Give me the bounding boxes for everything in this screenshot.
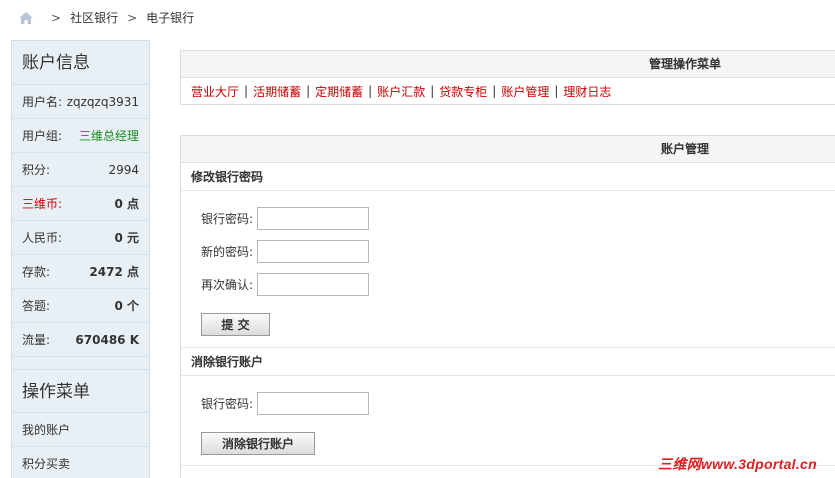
account-management-panel: 账户管理 修改银行密码 银行密码: 新的密码: 再次确认: 提 交 消除银行账户… bbox=[180, 135, 835, 478]
info-row-rmb: 人民币: 0 元 bbox=[12, 221, 149, 255]
info-row-points: 积分: 2994 bbox=[12, 153, 149, 187]
nav-separator: | bbox=[368, 84, 373, 98]
3d-coin-value: 0 点 bbox=[114, 197, 139, 211]
sidebar-item-my-account[interactable]: 我的账户 bbox=[12, 413, 149, 447]
deposit-value: 2472 点 bbox=[89, 265, 139, 279]
nav-link-current-savings[interactable]: 活期储蓄 bbox=[253, 83, 301, 100]
info-row-traffic: 流量: 670486 K bbox=[12, 323, 149, 357]
form-spacer bbox=[181, 376, 835, 387]
info-label: 答题: bbox=[22, 299, 51, 313]
rmb-value: 0 元 bbox=[114, 231, 139, 245]
submit-button[interactable]: 提 交 bbox=[201, 313, 270, 336]
info-row-usergroup: 用户组: 三维总经理 bbox=[12, 119, 149, 153]
info-label: 三维币: bbox=[22, 197, 63, 211]
nav-separator: | bbox=[244, 84, 249, 98]
site-watermark: 三维网www.3dportal.cn bbox=[658, 456, 817, 472]
account-info-title: 账户信息 bbox=[12, 41, 149, 85]
breadcrumb-separator: > bbox=[127, 10, 138, 25]
usergroup-value[interactable]: 三维总经理 bbox=[79, 127, 139, 144]
traffic-value: 670486 K bbox=[75, 332, 139, 347]
info-label: 用户名: bbox=[22, 95, 63, 109]
username-value: zqzqzq3931 bbox=[66, 94, 139, 109]
answers-value: 0 个 bbox=[114, 299, 139, 313]
delete-password-input[interactable] bbox=[257, 392, 369, 415]
bank-password-label: 银行密码: bbox=[201, 212, 254, 226]
home-icon[interactable] bbox=[18, 11, 34, 25]
info-row-answers: 答题: 0 个 bbox=[12, 289, 149, 323]
delete-account-heading: 消除银行账户 bbox=[181, 348, 835, 376]
nav-link-loans[interactable]: 贷款专柜 bbox=[439, 83, 487, 100]
delete-password-label: 银行密码: bbox=[201, 397, 254, 411]
info-label: 人民币: bbox=[22, 231, 63, 245]
account-management-title: 账户管理 bbox=[661, 142, 710, 156]
management-menu-panel: 管理操作菜单 营业大厅 | 活期储蓄 | 定期储蓄 | 账户汇款 | 贷款专柜 … bbox=[180, 50, 835, 105]
new-password-label: 新的密码: bbox=[201, 245, 254, 259]
form-row: 银行密码: bbox=[181, 202, 835, 235]
nav-link-lobby[interactable]: 营业大厅 bbox=[191, 83, 239, 100]
info-row-deposit: 存款: 2472 点 bbox=[12, 255, 149, 289]
delete-account-button[interactable]: 消除银行账户 bbox=[201, 432, 315, 455]
points-value: 2994 bbox=[108, 162, 139, 177]
info-label: 用户组: bbox=[22, 129, 63, 143]
breadcrumb-link-e-bank[interactable]: 电子银行 bbox=[146, 9, 194, 26]
nav-link-finance-log[interactable]: 理财日志 bbox=[563, 83, 611, 100]
sidebar-item-points-trade[interactable]: 积分买卖 bbox=[12, 447, 149, 478]
bank-password-input[interactable] bbox=[257, 207, 369, 230]
management-menu-title: 管理操作菜单 bbox=[649, 57, 722, 71]
new-password-input[interactable] bbox=[257, 240, 369, 263]
breadcrumb-separator: > bbox=[51, 10, 62, 25]
nav-link-remittance[interactable]: 账户汇款 bbox=[377, 83, 425, 100]
nav-link-fixed-savings[interactable]: 定期储蓄 bbox=[315, 83, 363, 100]
breadcrumb: > 社区银行 > 电子银行 bbox=[0, 0, 835, 35]
form-row: 新的密码: bbox=[181, 235, 835, 268]
confirm-password-label: 再次确认: bbox=[201, 278, 254, 292]
nav-separator: | bbox=[554, 84, 559, 98]
form-row: 再次确认: bbox=[181, 268, 835, 301]
nav-separator: | bbox=[430, 84, 435, 98]
nav-link-account-management[interactable]: 账户管理 bbox=[501, 83, 549, 100]
breadcrumb-link-community-bank[interactable]: 社区银行 bbox=[70, 9, 118, 26]
nav-separator: | bbox=[492, 84, 497, 98]
info-label: 积分: bbox=[22, 163, 51, 177]
info-label: 流量: bbox=[22, 333, 51, 347]
nav-separator: | bbox=[306, 84, 311, 98]
form-spacer bbox=[181, 191, 835, 202]
panel-header: 管理操作菜单 bbox=[181, 51, 835, 78]
form-row: 银行密码: bbox=[181, 387, 835, 420]
panel-header: 账户管理 bbox=[181, 136, 835, 163]
bank-nav: 营业大厅 | 活期储蓄 | 定期储蓄 | 账户汇款 | 贷款专柜 | 账户管理 … bbox=[181, 78, 835, 104]
operation-menu-title: 操作菜单 bbox=[12, 369, 149, 413]
info-label: 存款: bbox=[22, 265, 51, 279]
confirm-password-input[interactable] bbox=[257, 273, 369, 296]
submit-row: 提 交 bbox=[181, 301, 835, 348]
sidebar: 账户信息 用户名: zqzqzq3931 用户组: 三维总经理 积分: 2994… bbox=[11, 40, 150, 478]
change-password-heading: 修改银行密码 bbox=[181, 163, 835, 191]
info-row-3d-coin: 三维币: 0 点 bbox=[12, 187, 149, 221]
info-row-username: 用户名: zqzqzq3931 bbox=[12, 85, 149, 119]
